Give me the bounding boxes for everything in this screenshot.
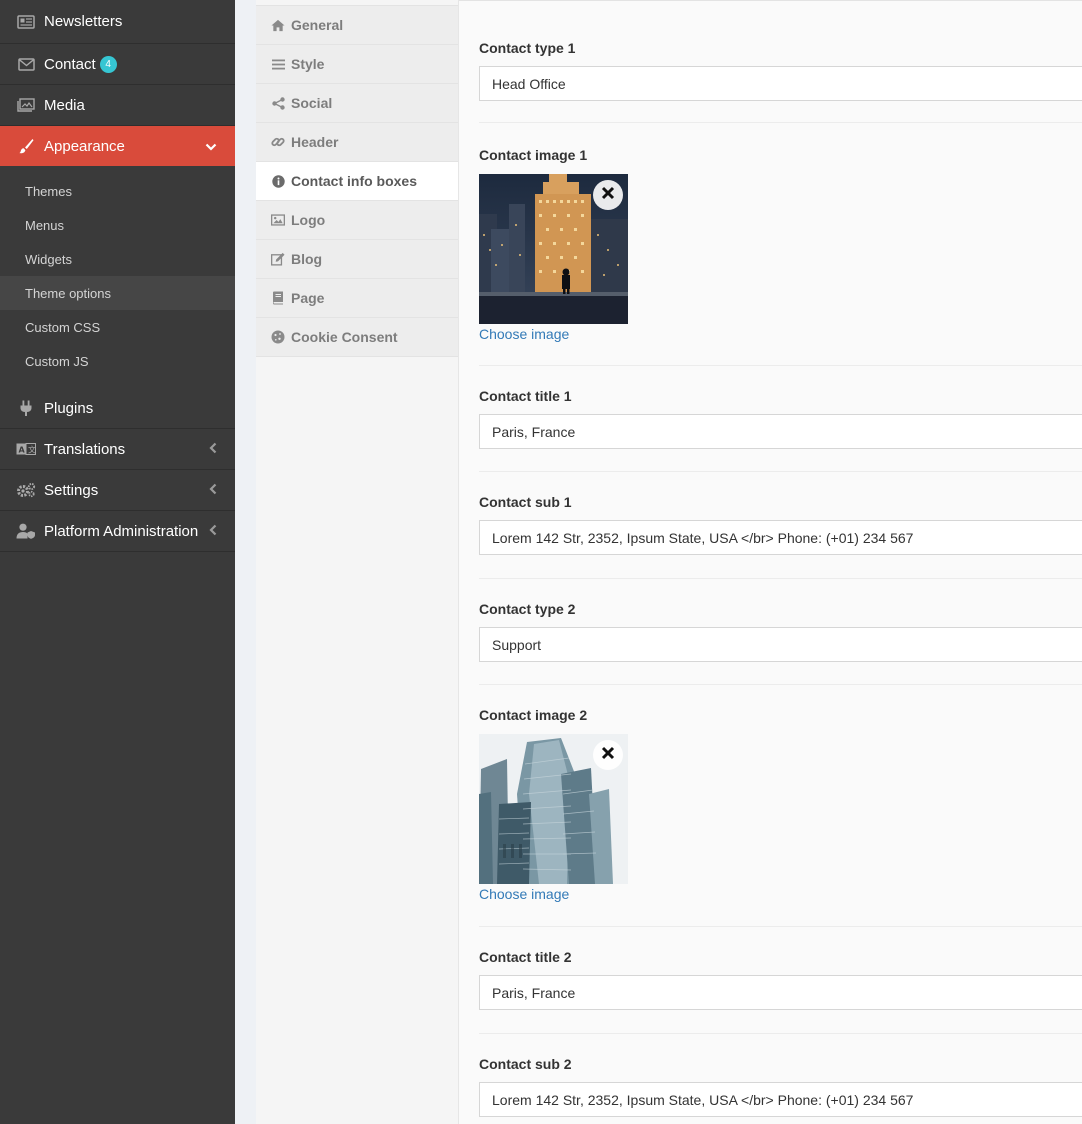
admin-sidebar: Newsletters Contact 4 Media Appearance T… [0,0,235,1124]
appearance-submenu: Themes Menus Widgets Theme options Custo… [0,166,235,388]
choose-image-1-link[interactable]: Choose image [479,326,569,342]
nav-settings-label: Settings [44,481,99,499]
plug-icon [16,400,36,416]
tab-header[interactable]: Header [256,123,458,162]
bars-icon [271,59,285,70]
tab-cookie-consent[interactable]: Cookie Consent [256,318,458,357]
contact-image-2-label: Contact image 2 [479,707,588,723]
nav-appearance-label: Appearance [44,137,125,155]
tab-contact-info-boxes[interactable]: Contact info boxes [256,162,458,201]
nav-translations-label: Translations [44,440,126,458]
subnav-theme-options[interactable]: Theme options [0,276,235,310]
nav-plugins[interactable]: Plugins [0,388,235,429]
field-group-contact-sub-2: Contact sub 2 Lorem 142 Str, 2352, Ipsum… [479,1034,1082,1117]
tab-blog-label: Blog [291,251,323,267]
tab-logo[interactable]: Logo [256,201,458,240]
nav-translations[interactable]: A文 Translations [0,429,235,470]
contact-type-1-input[interactable]: Head Office [479,66,1082,101]
image-icon [271,214,285,226]
tab-cookie-consent-label: Cookie Consent [291,329,398,345]
contact-type-2-label: Contact type 2 [479,601,576,617]
tab-general[interactable]: General [256,6,458,45]
subnav-custom-css[interactable]: Custom CSS [0,310,235,344]
tab-style[interactable]: Style [256,45,458,84]
tab-blog[interactable]: Blog [256,240,458,279]
edit-icon [271,252,285,266]
home-icon [271,19,285,32]
subnav-themes[interactable]: Themes [0,174,235,208]
contact-image-2-preview [479,734,628,884]
theme-options-tabs: General Style Social Header Contact info… [256,0,459,1124]
contact-title-2-input[interactable]: Paris, France [479,975,1082,1010]
subnav-menus[interactable]: Menus [0,208,235,242]
contact-sub-2-label: Contact sub 2 [479,1056,572,1072]
tab-page-label: Page [291,290,325,306]
link-icon [271,135,285,149]
subnav-custom-js[interactable]: Custom JS [0,344,235,378]
field-group-contact-title-2: Contact title 2 Paris, France [479,927,1082,1034]
tab-general-label: General [291,17,344,33]
field-group-contact-image-1: Contact image 1 Choose image [479,123,1082,366]
nav-platform-administration[interactable]: Platform Administration [0,511,235,552]
book-icon [271,291,285,305]
cogs-icon [16,482,36,498]
nav-plugins-label: Plugins [44,399,94,417]
contact-title-2-label: Contact title 2 [479,949,572,965]
contact-type-2-input[interactable]: Support [479,627,1082,662]
remove-image-1-button[interactable] [593,180,623,210]
field-group-contact-type-2: Contact type 2 Support [479,579,1082,685]
field-group-contact-sub-1: Contact sub 1 Lorem 142 Str, 2352, Ipsum… [479,472,1082,579]
nav-newsletters[interactable]: Newsletters [0,0,235,44]
contact-info-form: Contact type 1 Head Office Contact image… [459,0,1082,1124]
contact-sub-1-label: Contact sub 1 [479,494,572,510]
user-shield-icon [16,523,36,539]
tab-page[interactable]: Page [256,279,458,318]
envelope-icon [16,56,36,72]
contact-title-1-label: Contact title 1 [479,388,572,404]
remove-image-2-button[interactable] [593,740,623,770]
info-circle-icon [271,174,285,188]
paint-brush-icon [16,138,36,154]
nav-contact-label: Contact [44,55,96,73]
cookie-icon [271,330,285,344]
svg-text:A: A [19,446,26,455]
nav-appearance[interactable]: Appearance [0,126,235,166]
tab-style-label: Style [291,56,325,72]
contact-sub-1-input[interactable]: Lorem 142 Str, 2352, Ipsum State, USA </… [479,520,1082,555]
contact-count-badge: 4 [99,55,117,73]
field-group-contact-image-2: Contact image 2 Choose image [479,685,1082,927]
tab-social-label: Social [291,95,333,111]
field-group-contact-type-1: Contact type 1 Head Office [479,1,1082,123]
images-icon [16,97,36,113]
contact-title-1-input[interactable]: Paris, France [479,414,1082,449]
nav-media-label: Media [44,96,85,114]
language-icon: A文 [16,441,36,457]
tab-logo-label: Logo [291,212,326,228]
chevron-left-icon [209,441,217,457]
nav-newsletters-label: Newsletters [44,13,123,30]
tab-header-label: Header [291,134,339,150]
share-icon [271,96,285,110]
tab-contact-info-boxes-label: Contact info boxes [291,173,418,189]
nav-settings[interactable]: Settings [0,470,235,511]
close-icon [601,186,615,205]
field-group-contact-title-1: Contact title 1 Paris, France [479,366,1082,472]
tab-social[interactable]: Social [256,84,458,123]
contact-sub-2-input[interactable]: Lorem 142 Str, 2352, Ipsum State, USA </… [479,1082,1082,1117]
contact-image-1-label: Contact image 1 [479,147,588,163]
chevron-down-icon [205,138,217,154]
choose-image-2-link[interactable]: Choose image [479,886,569,902]
chevron-left-icon [209,482,217,498]
nav-media[interactable]: Media [0,85,235,126]
contact-type-1-label: Contact type 1 [479,40,576,56]
contact-image-1-preview [479,174,628,324]
chevron-left-icon [209,523,217,539]
svg-text:文: 文 [28,445,36,455]
nav-contact[interactable]: Contact 4 [0,44,235,85]
newspaper-icon [16,14,36,30]
subnav-widgets[interactable]: Widgets [0,242,235,276]
close-icon [601,746,615,765]
nav-platform-administration-label: Platform Administration [44,522,199,540]
